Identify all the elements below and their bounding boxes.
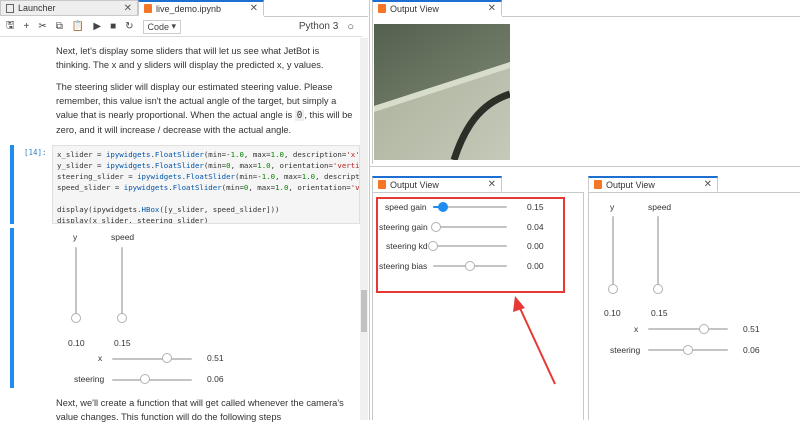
tab-launcher-label: Launcher <box>18 3 56 13</box>
cut-icon[interactable]: ✂ <box>38 21 46 32</box>
close-icon[interactable]: ✕ <box>124 3 132 14</box>
tab-notebook[interactable]: live_demo.ipynb ✕ <box>138 0 264 16</box>
speed-gain-handle[interactable] <box>438 202 448 212</box>
cell-type-select[interactable]: Code ▾ <box>142 19 182 34</box>
code-cell[interactable]: x_slider = ipywidgets.FloatSlider(min=-1… <box>52 145 360 224</box>
x-slider-value: 0.51 <box>743 324 760 334</box>
steering-slider-handle[interactable] <box>683 345 693 355</box>
steering-bias-handle[interactable] <box>465 261 475 271</box>
tab-output-view-1[interactable]: Output View ✕ <box>372 0 502 16</box>
notebook-icon <box>144 4 152 13</box>
steering-slider-track[interactable] <box>112 379 192 381</box>
output-active-bar[interactable] <box>10 228 14 388</box>
tab-output-label: Output View <box>390 3 439 14</box>
speed-slider-label: speed <box>648 202 672 212</box>
speed-slider-handle[interactable] <box>653 284 663 294</box>
x-slider-handle[interactable] <box>162 353 172 363</box>
notebook-icon <box>378 180 386 189</box>
y-slider-label: y <box>610 202 615 212</box>
steering-bias-value: 0.00 <box>527 261 544 271</box>
steering-gain-handle[interactable] <box>431 222 441 232</box>
markdown-para-1: Next, let's display some sliders that wi… <box>56 46 324 70</box>
steering-gain-label: steering gain <box>379 222 428 232</box>
paste-icon[interactable]: 📋 <box>72 21 84 32</box>
cell-prompt: [14]: <box>24 148 47 157</box>
tab-output-view-2[interactable]: Output View ✕ <box>372 176 502 192</box>
steering-slider-label: steering <box>610 345 641 355</box>
speed-slider-track[interactable] <box>657 216 659 290</box>
tab-output-view-3[interactable]: Output View ✕ <box>588 176 718 192</box>
steering-kd-track[interactable] <box>433 245 507 247</box>
speed-gain-value: 0.15 <box>527 202 544 212</box>
steering-slider-handle[interactable] <box>140 374 150 384</box>
close-icon[interactable]: ✕ <box>250 3 258 14</box>
tab-output-label: Output View <box>390 179 439 190</box>
kernel-name: Python 3 <box>298 21 339 32</box>
steering-slider-value: 0.06 <box>207 374 224 384</box>
y-slider-handle[interactable] <box>608 284 618 294</box>
close-icon[interactable]: ✕ <box>488 179 496 190</box>
speed-slider-track[interactable] <box>121 247 123 319</box>
markdown-para-2: The steering slider will display our est… <box>56 80 356 137</box>
x-slider-handle[interactable] <box>699 324 709 334</box>
y-slider-track[interactable] <box>75 247 77 319</box>
run-icon[interactable]: ▶ <box>93 21 101 32</box>
close-icon[interactable]: ✕ <box>488 3 496 14</box>
y-slider-handle[interactable] <box>71 313 81 323</box>
tab-launcher[interactable]: Launcher ✕ <box>0 0 138 16</box>
notebook-icon <box>594 180 602 189</box>
steering-bias-label: steering bias <box>379 261 428 271</box>
notebook-toolbar: 🖫 + ✂ ⧉ 📋 ▶ ■ ↻ Code ▾ Python 3 ○ <box>0 17 362 37</box>
x-slider-value: 0.51 <box>207 353 224 363</box>
y-slider-value: 0.10 <box>68 338 85 348</box>
save-icon[interactable]: 🖫 <box>6 18 15 35</box>
add-cell-icon[interactable]: + <box>24 21 30 32</box>
speed-gain-label: speed gain <box>385 202 427 212</box>
y-slider-track[interactable] <box>612 216 614 290</box>
speed-slider-handle[interactable] <box>117 313 127 323</box>
speed-slider-value: 0.15 <box>651 308 668 318</box>
steering-gain-value: 0.04 <box>527 222 544 232</box>
tab-output-label: Output View <box>606 179 655 190</box>
x-slider-track[interactable] <box>112 358 192 360</box>
launcher-icon <box>6 3 14 13</box>
steering-kd-value: 0.00 <box>527 241 544 251</box>
steering-gain-track[interactable] <box>433 226 507 228</box>
inline-code: 0 <box>294 110 305 121</box>
speed-slider-value: 0.15 <box>114 338 131 348</box>
close-icon[interactable]: ✕ <box>704 179 712 190</box>
steering-slider-value: 0.06 <box>743 345 760 355</box>
restart-icon[interactable]: ↻ <box>125 21 133 32</box>
x-slider-track[interactable] <box>648 328 728 330</box>
x-slider-label: x <box>98 353 103 363</box>
speed-slider-label: speed <box>111 232 135 242</box>
notebook-scrollbar-thumb[interactable] <box>361 290 367 332</box>
steering-kd-label: steering kd <box>386 241 428 251</box>
cell-type-value: Code <box>147 21 170 32</box>
cell-active-bar[interactable] <box>10 145 14 224</box>
y-slider-label: y <box>73 232 78 242</box>
copy-icon[interactable]: ⧉ <box>56 21 63 32</box>
steering-kd-handle[interactable] <box>428 241 438 251</box>
annotation-arrow <box>513 296 556 385</box>
x-slider-label: x <box>634 324 639 334</box>
y-slider-value: 0.10 <box>604 308 621 318</box>
steering-slider-label: steering <box>74 374 105 384</box>
notebook-scrollbar[interactable] <box>360 38 368 420</box>
camera-image <box>374 24 510 160</box>
stop-icon[interactable]: ■ <box>110 21 116 32</box>
notebook-icon <box>378 4 386 13</box>
kernel-status-icon: ○ <box>347 20 354 33</box>
tab-notebook-label: live_demo.ipynb <box>156 3 222 14</box>
